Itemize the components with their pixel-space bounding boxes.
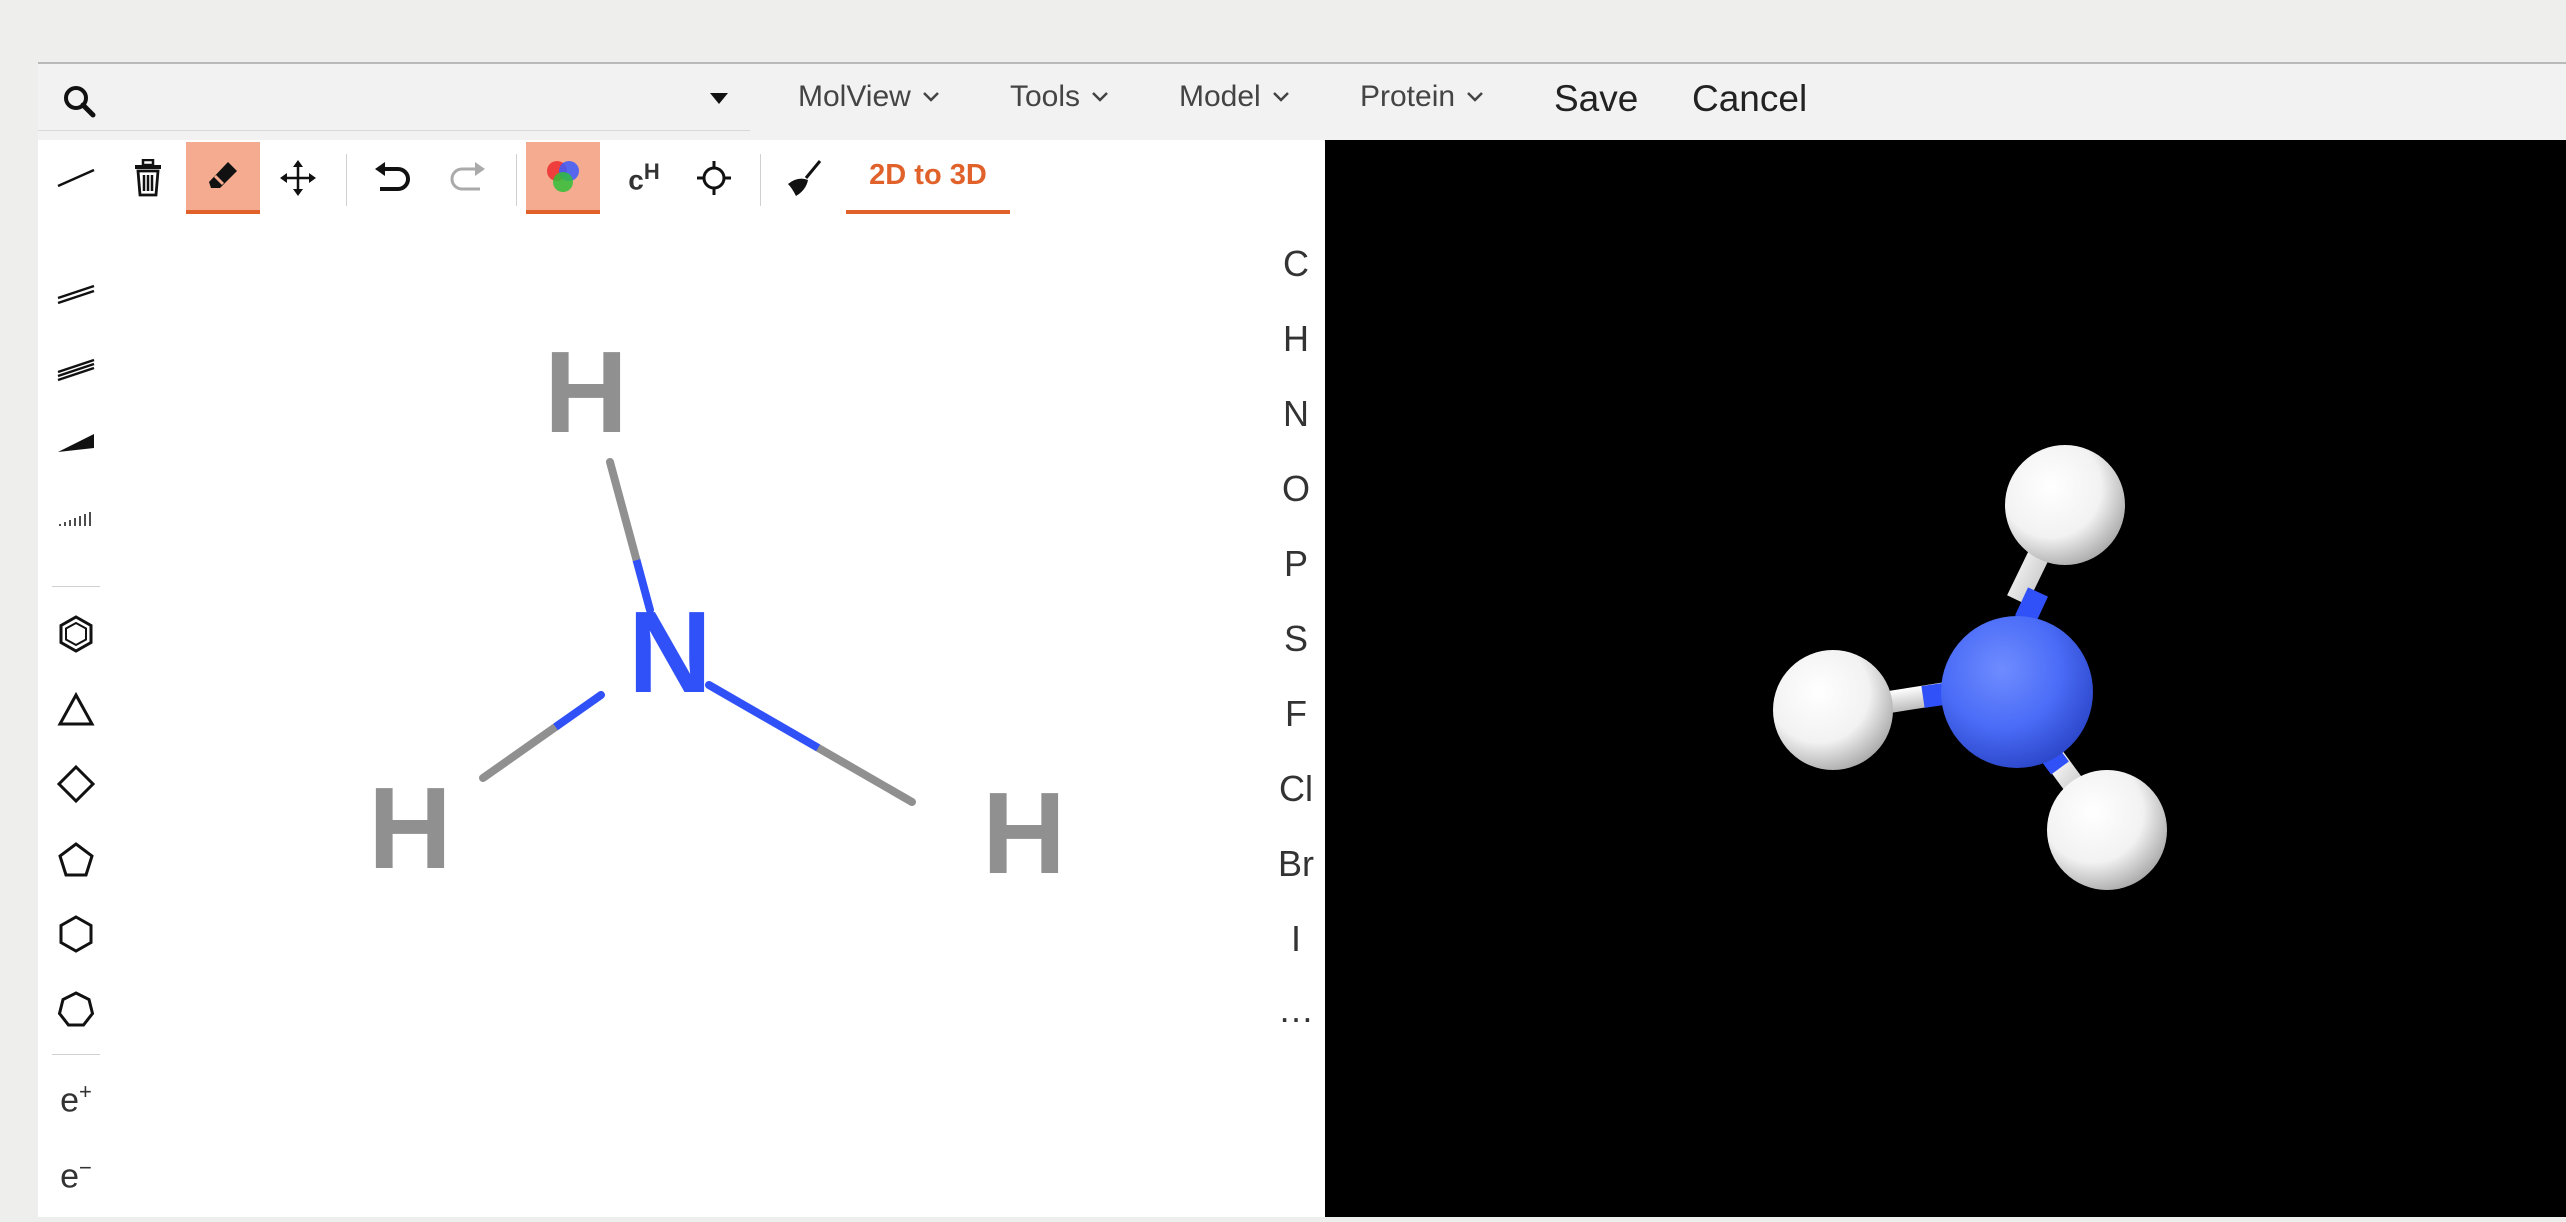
atom-3d-h-right[interactable] [2047, 770, 2167, 890]
molview-app: MolView Tools Model Protein Save Cancel [38, 62, 2566, 1217]
element-o[interactable]: O [1270, 459, 1322, 519]
menu-model-label: Model [1179, 80, 1261, 113]
menu-model[interactable]: Model [1179, 80, 1291, 114]
single-bond-icon [57, 168, 95, 188]
wedge-bond-tool[interactable] [52, 420, 100, 468]
element-h[interactable]: H [1270, 309, 1322, 369]
negative-charge-icon: e− [60, 1155, 92, 1196]
heptagon-icon [57, 991, 95, 1027]
element-f[interactable]: F [1270, 684, 1322, 744]
search-input[interactable] [106, 76, 670, 118]
save-button[interactable]: Save [1554, 78, 1638, 120]
menu-molview-label: MolView [798, 80, 911, 113]
element-i[interactable]: I [1270, 909, 1322, 969]
cyclopentane-tool[interactable] [52, 836, 100, 884]
atom-h-left[interactable]: H [368, 763, 452, 893]
toolbar-divider [52, 1054, 100, 1055]
element-p[interactable]: P [1270, 534, 1322, 594]
element-n[interactable]: N [1270, 384, 1322, 444]
atom-3d-n[interactable] [1941, 616, 2093, 768]
positive-charge-tool[interactable]: e+ [52, 1076, 100, 1124]
search-bar [38, 64, 750, 131]
menu-bar: MolView Tools Model Protein Save Cancel [38, 62, 2566, 141]
bond-n-h-left[interactable] [479, 691, 605, 782]
cyclopropane-tool[interactable] [52, 686, 100, 734]
element-cl[interactable]: Cl [1270, 759, 1322, 819]
element-br[interactable]: Br [1270, 834, 1322, 894]
double-bond-icon [57, 284, 95, 305]
atom-h-top[interactable]: H [544, 327, 628, 457]
bond-n-h-right[interactable] [705, 681, 916, 806]
triple-bond-icon [57, 358, 95, 382]
bond-3d-top-n [2015, 587, 2048, 625]
caret-down-icon[interactable] [710, 92, 728, 110]
atom-h-right[interactable]: H [982, 768, 1066, 898]
chevron-down-icon [1272, 92, 1289, 102]
menu-molview[interactable]: MolView [798, 80, 941, 114]
negative-charge-tool[interactable]: e− [52, 1152, 100, 1200]
menu-tools-label: Tools [1010, 80, 1081, 113]
triangle-icon [57, 691, 95, 726]
diamond-icon [56, 764, 96, 804]
hash-bond-tool[interactable] [52, 494, 100, 542]
sketcher-panel: cH 2D to 3D e+ e− C H N O P S F Cl Br I … [38, 140, 1324, 1217]
search-icon[interactable] [62, 84, 98, 125]
double-bond-tool[interactable] [52, 270, 100, 318]
menu-protein-label: Protein [1360, 80, 1456, 113]
benzene-tool[interactable] [52, 610, 100, 658]
hexagon-icon [59, 915, 93, 953]
cyclohexane-tool[interactable] [52, 910, 100, 958]
3d-viewer[interactable] [1325, 140, 2566, 1217]
toolbar-divider [52, 586, 100, 587]
positive-charge-label: e [60, 1081, 80, 1120]
atom-n[interactable]: N [628, 587, 712, 717]
element-s[interactable]: S [1270, 609, 1322, 669]
sketch-canvas[interactable]: N H H H [118, 140, 1268, 1217]
menu-protein[interactable]: Protein [1360, 80, 1485, 114]
cycloheptane-tool[interactable] [52, 986, 100, 1034]
atom-3d-h-left[interactable] [1773, 650, 1893, 770]
element-c[interactable]: C [1270, 234, 1322, 294]
chevron-down-icon [922, 92, 939, 102]
chevron-down-icon [1092, 92, 1108, 102]
atom-3d-h-top[interactable] [2005, 445, 2125, 565]
single-bond-tool[interactable] [52, 142, 100, 214]
negative-charge-sup: − [79, 1155, 92, 1181]
cyclobutane-tool[interactable] [52, 760, 100, 808]
benzene-icon [59, 615, 93, 653]
negative-charge-label: e [60, 1157, 80, 1196]
wedge-bond-icon [58, 434, 94, 452]
3d-model-canvas[interactable] [1325, 140, 2566, 1217]
element-more[interactable]: … [1270, 980, 1322, 1040]
menu-tools[interactable]: Tools [1010, 80, 1110, 114]
chevron-down-icon [1467, 92, 1483, 102]
positive-charge-icon: e+ [60, 1079, 92, 1120]
positive-charge-sup: + [79, 1079, 92, 1105]
hash-bond-icon [59, 512, 91, 526]
pentagon-icon [58, 842, 94, 877]
triple-bond-tool[interactable] [52, 346, 100, 394]
cancel-button[interactable]: Cancel [1692, 78, 1807, 120]
